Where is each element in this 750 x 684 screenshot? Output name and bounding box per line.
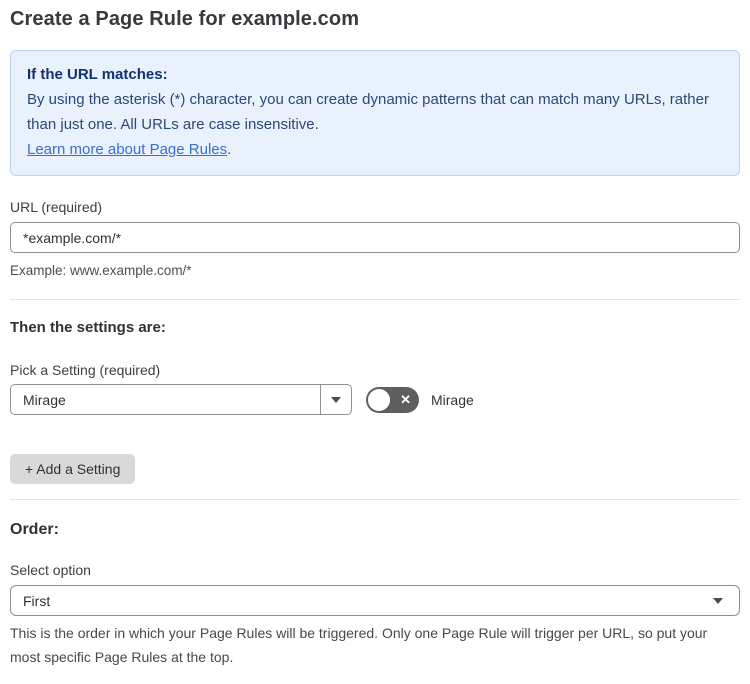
page-rule-form: Create a Page Rule for example.com If th… bbox=[0, 0, 750, 684]
settings-section-heading: Then the settings are: bbox=[10, 319, 166, 336]
info-box-body: By using the asterisk (*) character, you… bbox=[27, 91, 709, 133]
mirage-toggle[interactable]: ✕ bbox=[366, 386, 419, 413]
info-box-link-line: Learn more about Page Rules. bbox=[27, 137, 723, 162]
order-select-label: Select option bbox=[10, 562, 91, 578]
toggle-knob bbox=[368, 388, 390, 411]
toggle-label: Mirage bbox=[431, 391, 474, 408]
setting-row: Mirage ✕ Mirage bbox=[10, 384, 740, 415]
divider bbox=[10, 299, 740, 300]
toggle-off-x-icon: ✕ bbox=[400, 392, 411, 407]
setting-dropdown-arrow-button[interactable] bbox=[320, 385, 351, 414]
chevron-down-icon bbox=[713, 597, 723, 604]
url-example-text: Example: www.example.com/* bbox=[10, 263, 192, 278]
info-box-heading: If the URL matches: bbox=[27, 66, 168, 83]
order-select[interactable]: First bbox=[10, 585, 740, 616]
setting-dropdown-value: Mirage bbox=[23, 391, 66, 408]
url-field-label: URL (required) bbox=[10, 199, 103, 215]
add-setting-button[interactable]: + Add a Setting bbox=[10, 454, 136, 484]
url-input[interactable] bbox=[10, 222, 740, 253]
url-match-info-box: If the URL matches: By using the asteris… bbox=[10, 50, 740, 176]
divider bbox=[10, 499, 740, 500]
chevron-down-icon bbox=[331, 396, 341, 403]
link-suffix: . bbox=[227, 141, 232, 158]
setting-dropdown[interactable]: Mirage bbox=[10, 384, 352, 415]
order-select-value: First bbox=[23, 592, 51, 609]
page-title: Create a Page Rule for example.com bbox=[10, 8, 360, 30]
order-help-text: This is the order in which your Page Rul… bbox=[10, 625, 708, 665]
pick-setting-label: Pick a Setting (required) bbox=[10, 362, 161, 378]
learn-more-link[interactable]: Learn more about Page Rules bbox=[27, 141, 227, 158]
order-section-heading: Order: bbox=[10, 521, 59, 538]
